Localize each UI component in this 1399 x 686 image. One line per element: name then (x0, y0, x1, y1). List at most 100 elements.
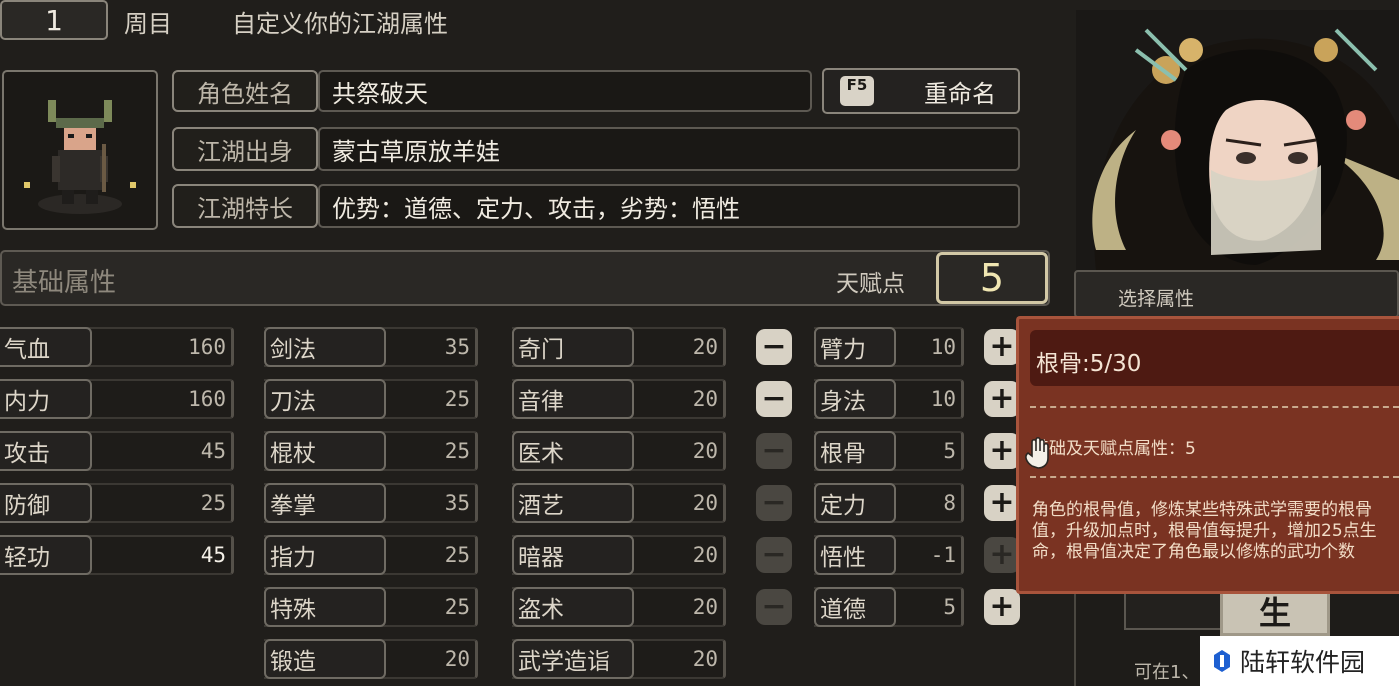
plus-button-bili[interactable]: + (984, 329, 1020, 365)
portrait-art-icon (1092, 28, 1399, 270)
stat-gengu: 根骨 5 (814, 431, 964, 471)
minus-button-wuxing[interactable]: − (756, 537, 792, 573)
plus-button-dingli[interactable]: + (984, 485, 1020, 521)
stat-value: 25 (444, 387, 470, 411)
stat-daofa: 刀法 25 (264, 379, 478, 419)
stat-name: 暗器 (512, 535, 634, 575)
stat-value: 25 (444, 543, 470, 567)
stat-value: 10 (930, 335, 956, 359)
stat-value: 20 (692, 543, 718, 567)
hand-cursor-icon (1020, 436, 1056, 472)
stat-value: 45 (200, 439, 226, 463)
stat-value: 35 (444, 491, 470, 515)
stat-value: 25 (444, 595, 470, 619)
talent-points-value: 5 (979, 256, 1005, 300)
stat-wuxing: 悟性 -1 (814, 535, 964, 575)
stat-name: 定力 (814, 483, 896, 523)
talent-points-box: 5 (936, 252, 1048, 304)
stat-qimen: 奇门 20 (512, 327, 726, 367)
stat-name: 剑法 (264, 327, 386, 367)
origin-label: 江湖出身 (172, 127, 318, 171)
stat-name: 轻功 (0, 535, 92, 575)
stat-gongji: 攻击 45 (0, 431, 234, 471)
watermark-logo-icon (1214, 650, 1230, 672)
stat-value: 10 (930, 387, 956, 411)
stat-duanzao: 锻造 20 (264, 639, 478, 679)
stat-value: -1 (930, 543, 956, 567)
minus-button-shenfa[interactable]: − (756, 381, 792, 417)
minus-button-daode[interactable]: − (756, 589, 792, 625)
rename-button[interactable]: F5 重命名 (822, 68, 1020, 114)
stat-name: 特殊 (264, 587, 386, 627)
stat-value: 25 (444, 439, 470, 463)
name-field[interactable]: 共祭破天 (318, 70, 812, 112)
stat-name: 根骨 (814, 431, 896, 471)
tooltip-header: 根骨:5/30 (1030, 330, 1399, 386)
select-attr-bar: 选择属性 (1074, 270, 1399, 318)
stat-value: 20 (692, 439, 718, 463)
stat-name: 音律 (512, 379, 634, 419)
stat-qinggong: 轻功 45 (0, 535, 234, 575)
stat-name: 指力 (264, 535, 386, 575)
stat-name: 医术 (512, 431, 634, 471)
stat-name: 臂力 (814, 327, 896, 367)
rename-label: 重命名 (924, 79, 996, 108)
plus-button-shenfa[interactable]: + (984, 381, 1020, 417)
stat-anqi: 暗器 20 (512, 535, 726, 575)
round-number: 1 (45, 3, 63, 37)
stat-daode: 道德 5 (814, 587, 964, 627)
stat-gunzhang: 棍杖 25 (264, 431, 478, 471)
character-sprite-frame (2, 70, 158, 230)
origin-field: 蒙古草原放羊娃 (318, 127, 1020, 171)
stat-name: 拳掌 (264, 483, 386, 523)
stat-value: 160 (188, 335, 226, 359)
stat-value: 20 (692, 595, 718, 619)
stat-value: 35 (444, 335, 470, 359)
stat-yishu: 医术 20 (512, 431, 726, 471)
stat-value: 20 (444, 647, 470, 671)
watermark-text: 陆轩软件园 (1240, 648, 1366, 677)
stat-value: 8 (943, 491, 956, 515)
stat-name: 刀法 (264, 379, 386, 419)
stat-name: 盗术 (512, 587, 634, 627)
stat-dingli: 定力 8 (814, 483, 964, 523)
bottom-hint: 可在1、 (1134, 662, 1200, 683)
tooltip-base-line: 基础及天赋点属性：5 (1032, 439, 1196, 459)
base-attr-title: 基础属性 (12, 268, 117, 298)
stat-name: 攻击 (0, 431, 92, 471)
stat-wuxue: 武学造诣 20 (512, 639, 726, 679)
page-title: 自定义你的江湖属性 (232, 10, 448, 38)
stat-yinlv: 音律 20 (512, 379, 726, 419)
character-portrait (1076, 10, 1399, 270)
minus-button-gengu[interactable]: − (756, 433, 792, 469)
stat-neili: 内力 160 (0, 379, 234, 419)
stat-name: 酒艺 (512, 483, 634, 523)
stat-value: 20 (692, 387, 718, 411)
plus-button-daode[interactable]: + (984, 589, 1020, 625)
minus-button-bili[interactable]: − (756, 329, 792, 365)
stat-name: 悟性 (814, 535, 896, 575)
name-label: 角色姓名 (172, 70, 318, 112)
stat-qixue: 气血 160 (0, 327, 234, 367)
character-sprite-icon (24, 100, 136, 214)
round-counter: 1 (0, 0, 108, 40)
stat-value: 25 (200, 491, 226, 515)
minus-button-dingli[interactable]: − (756, 485, 792, 521)
stat-name: 棍杖 (264, 431, 386, 471)
stat-bili: 臂力 10 (814, 327, 964, 367)
plus-button-gengu[interactable]: + (984, 433, 1020, 469)
tooltip-divider-2 (1030, 476, 1399, 478)
stat-value: 20 (692, 335, 718, 359)
emblem-glyph: 生 (1258, 594, 1291, 632)
stat-name: 防御 (0, 483, 92, 523)
tooltip-divider-1 (1030, 406, 1399, 408)
stat-name: 武学造诣 (512, 639, 634, 679)
stat-daoshu: 盗术 20 (512, 587, 726, 627)
stat-name: 内力 (0, 379, 92, 419)
stat-teshu: 特殊 25 (264, 587, 478, 627)
stat-jianfa: 剑法 35 (264, 327, 478, 367)
stat-fangyu: 防御 25 (0, 483, 234, 523)
watermark-badge: 陆轩软件园 (1200, 636, 1399, 686)
plus-button-wuxing[interactable]: + (984, 537, 1020, 573)
stat-name: 气血 (0, 327, 92, 367)
